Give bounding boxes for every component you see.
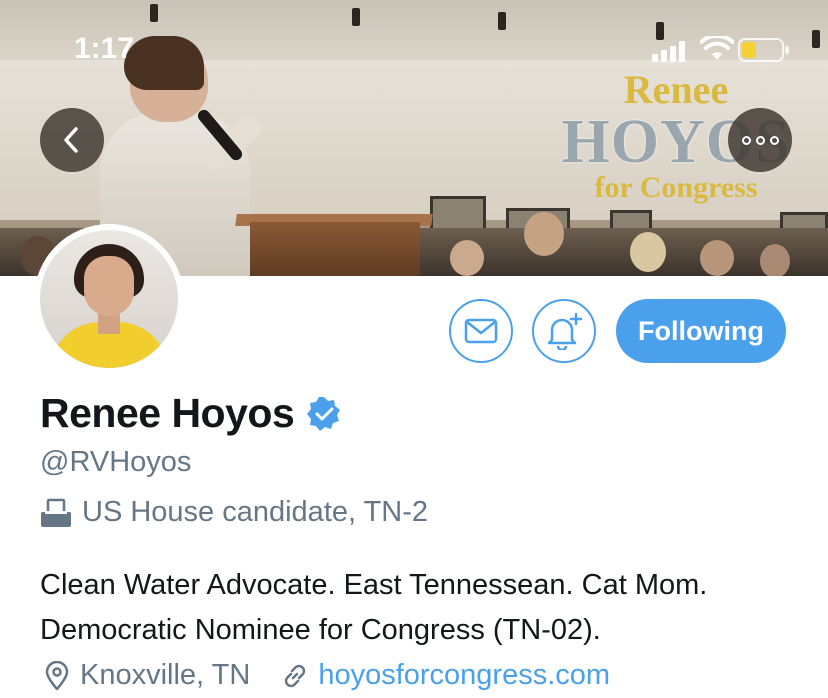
- audience-head: [450, 240, 484, 276]
- notifications-button[interactable]: [532, 299, 596, 363]
- battery-icon: [738, 38, 789, 62]
- profile-bio: Clean Water Advocate. East Tennessean. C…: [40, 563, 800, 653]
- category-text: US House candidate, TN-2: [82, 496, 429, 528]
- location-pin-icon: [45, 660, 69, 690]
- avatar[interactable]: [34, 224, 184, 374]
- ballot-box-icon: [41, 498, 71, 527]
- profile-meta: Knoxville, TN hoyosforcongress.com: [44, 659, 610, 692]
- website-link-text[interactable]: hoyosforcongress.com: [318, 659, 610, 692]
- more-icon: [741, 135, 779, 145]
- bio-line: Clean Water Advocate. East Tennessean. C…: [40, 569, 708, 601]
- envelope-icon: [464, 318, 498, 344]
- website-link[interactable]: hoyosforcongress.com: [280, 659, 610, 692]
- following-button[interactable]: Following: [616, 299, 786, 363]
- more-options-button[interactable]: [728, 108, 792, 172]
- avatar-photo: [40, 230, 178, 368]
- audience-head: [760, 244, 790, 276]
- back-button[interactable]: [40, 108, 104, 172]
- cellular-signal-icon: [652, 40, 692, 62]
- bio-line: Democratic Nominee for Congress (TN-02).: [40, 614, 601, 646]
- location-text: Knoxville, TN: [80, 659, 251, 691]
- profile-name-row: Renee Hoyos: [40, 390, 342, 437]
- profile-handle: @RVHoyos: [40, 446, 192, 478]
- status-time: 1:17: [74, 32, 135, 65]
- chevron-left-icon: [64, 127, 78, 153]
- bell-plus-icon: [547, 312, 583, 350]
- display-name: Renee Hoyos: [40, 390, 295, 436]
- audience-head: [700, 240, 734, 276]
- verified-badge-icon: [307, 396, 341, 431]
- audience-head: [630, 232, 666, 272]
- wifi-icon: [700, 36, 734, 60]
- audience-head: [524, 212, 564, 256]
- logo-line-3: for Congress: [594, 171, 758, 204]
- profile-category: US House candidate, TN-2: [40, 496, 428, 529]
- message-button[interactable]: [449, 299, 513, 363]
- avatar-face: [84, 256, 134, 316]
- status-bar: 1:17: [0, 0, 828, 90]
- podium: [250, 222, 420, 276]
- link-icon: [285, 664, 306, 687]
